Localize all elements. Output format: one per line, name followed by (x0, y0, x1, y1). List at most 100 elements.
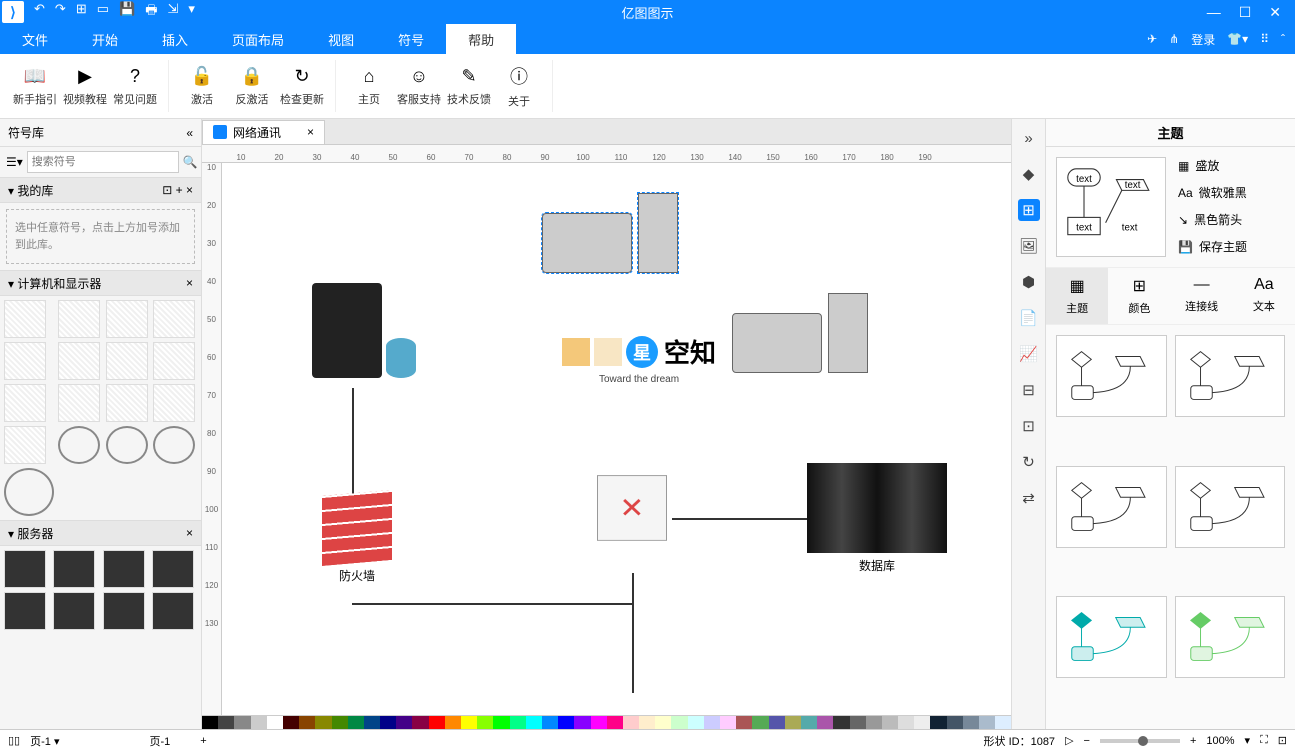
ribbon-button[interactable]: ?常见问题 (110, 60, 160, 112)
color-swatch[interactable] (526, 716, 542, 729)
diagram-shape-firewall[interactable]: 防火墙 (322, 493, 392, 584)
color-swatch[interactable] (720, 716, 736, 729)
shape-item[interactable] (4, 592, 46, 630)
collapse-ribbon-icon[interactable]: ˆ (1281, 32, 1285, 46)
color-swatch[interactable] (785, 716, 801, 729)
shape-item[interactable] (4, 550, 46, 588)
color-swatch[interactable] (299, 716, 315, 729)
diagram-shape-computer[interactable] (732, 293, 868, 373)
color-swatch[interactable] (234, 716, 250, 729)
color-swatch[interactable] (979, 716, 995, 729)
redo-icon[interactable]: ↷ (55, 1, 66, 23)
color-swatch[interactable] (591, 716, 607, 729)
color-swatch[interactable] (510, 716, 526, 729)
shape-item[interactable] (152, 550, 194, 588)
shape-item[interactable] (4, 342, 46, 380)
ribbon-button[interactable]: 🔒反激活 (227, 60, 277, 112)
shape-item[interactable] (152, 592, 194, 630)
color-swatch[interactable] (704, 716, 720, 729)
ribbon-button[interactable]: 🔓激活 (177, 60, 227, 112)
canvas[interactable]: 防火墙 ✕ 数据库 星 空知 Towa (222, 163, 1011, 715)
add-page-button[interactable]: + (200, 735, 206, 747)
color-swatch[interactable] (218, 716, 234, 729)
fit-page-icon[interactable]: ⛶ (1260, 734, 1268, 747)
zoom-out-button[interactable]: − (1084, 735, 1090, 747)
shape-item[interactable] (4, 384, 46, 422)
fill-tool-icon[interactable]: ◆ (1018, 163, 1040, 185)
shape-item[interactable] (4, 426, 46, 464)
share-icon[interactable]: ⋔ (1169, 32, 1179, 46)
shape-item[interactable] (153, 342, 195, 380)
diagram-shape-server[interactable] (312, 283, 416, 378)
color-swatch[interactable] (914, 716, 930, 729)
maximize-button[interactable]: ☐ (1239, 4, 1252, 21)
color-swatch[interactable] (542, 716, 558, 729)
ribbon-button[interactable]: 📖新手指引 (10, 60, 60, 112)
color-swatch[interactable] (817, 716, 833, 729)
color-swatch[interactable] (315, 716, 331, 729)
shape-item[interactable] (58, 342, 100, 380)
color-swatch[interactable] (995, 716, 1011, 729)
color-swatch[interactable] (429, 716, 445, 729)
print-icon[interactable]: 🖶 (145, 1, 157, 23)
menu-insert[interactable]: 插入 (140, 24, 210, 54)
shape-item[interactable] (103, 592, 145, 630)
theme-tab[interactable]: Aa文本 (1233, 268, 1295, 324)
color-swatch[interactable] (558, 716, 574, 729)
ribbon-button[interactable]: ⓘ关于 (494, 60, 544, 112)
color-swatch[interactable] (574, 716, 590, 729)
color-swatch[interactable] (769, 716, 785, 729)
shape-item[interactable] (106, 384, 148, 422)
image-tool-icon[interactable]: 🖼 (1018, 235, 1040, 257)
color-swatch[interactable] (623, 716, 639, 729)
color-swatch[interactable] (348, 716, 364, 729)
login-button[interactable]: 登录 (1191, 31, 1215, 48)
ribbon-button[interactable]: ⌂主页 (344, 60, 394, 112)
menu-start[interactable]: 开始 (70, 24, 140, 54)
qat-more-icon[interactable]: ▾ (188, 1, 195, 23)
theme-tab[interactable]: ⊞颜色 (1108, 268, 1170, 324)
ribbon-button[interactable]: ✎技术反馈 (444, 60, 494, 112)
color-swatch[interactable] (412, 716, 428, 729)
shape-item[interactable] (153, 384, 195, 422)
color-swatch[interactable] (898, 716, 914, 729)
undo-icon[interactable]: ↶ (34, 1, 45, 23)
menu-symbol[interactable]: 符号 (376, 24, 446, 54)
page-tab[interactable]: 页-1 (149, 733, 170, 749)
theme-prop-row[interactable]: 💾保存主题 (1178, 238, 1285, 255)
ribbon-button[interactable]: ▶视频教程 (60, 60, 110, 112)
close-button[interactable]: ✕ (1269, 4, 1281, 21)
mylib-add-icon[interactable]: + (176, 183, 183, 197)
theme-item[interactable] (1056, 466, 1167, 548)
shape-item[interactable] (58, 384, 100, 422)
new-icon[interactable]: ⊞ (76, 1, 87, 23)
color-swatch[interactable] (671, 716, 687, 729)
page-tool-icon[interactable]: 📄 (1018, 307, 1040, 329)
color-swatch[interactable] (477, 716, 493, 729)
section-close-icon[interactable]: × (186, 526, 193, 540)
color-swatch[interactable] (639, 716, 655, 729)
shape-item[interactable] (106, 342, 148, 380)
mylib-section-header[interactable]: ▾ 我的库 ⊡ + × (0, 177, 201, 203)
color-swatch[interactable] (396, 716, 412, 729)
shape-item[interactable] (153, 426, 195, 464)
history-tool-icon[interactable]: ↻ (1018, 451, 1040, 473)
theme-tab[interactable]: —连接线 (1171, 268, 1233, 324)
connector[interactable] (632, 573, 634, 693)
theme-tool-icon[interactable]: ⊞ (1018, 199, 1040, 221)
color-swatch[interactable] (801, 716, 817, 729)
document-tab[interactable]: 网络通讯 × (202, 120, 325, 144)
shape-item[interactable] (103, 550, 145, 588)
color-swatch[interactable] (833, 716, 849, 729)
diagram-shape-switch[interactable]: ✕ (597, 473, 667, 543)
shape-item[interactable] (4, 468, 54, 516)
save-icon[interactable]: 💾 (119, 1, 135, 23)
shape-item[interactable] (58, 300, 100, 338)
shirt-icon[interactable]: 👕▾ (1227, 32, 1248, 46)
open-icon[interactable]: ▭ (97, 1, 109, 23)
color-swatch[interactable] (736, 716, 752, 729)
layers-tool-icon[interactable]: ⬢ (1018, 271, 1040, 293)
close-tab-icon[interactable]: × (307, 125, 314, 139)
page-selector[interactable]: 页-1 ▾ (30, 733, 59, 749)
expand-right-icon[interactable]: » (1018, 127, 1040, 149)
